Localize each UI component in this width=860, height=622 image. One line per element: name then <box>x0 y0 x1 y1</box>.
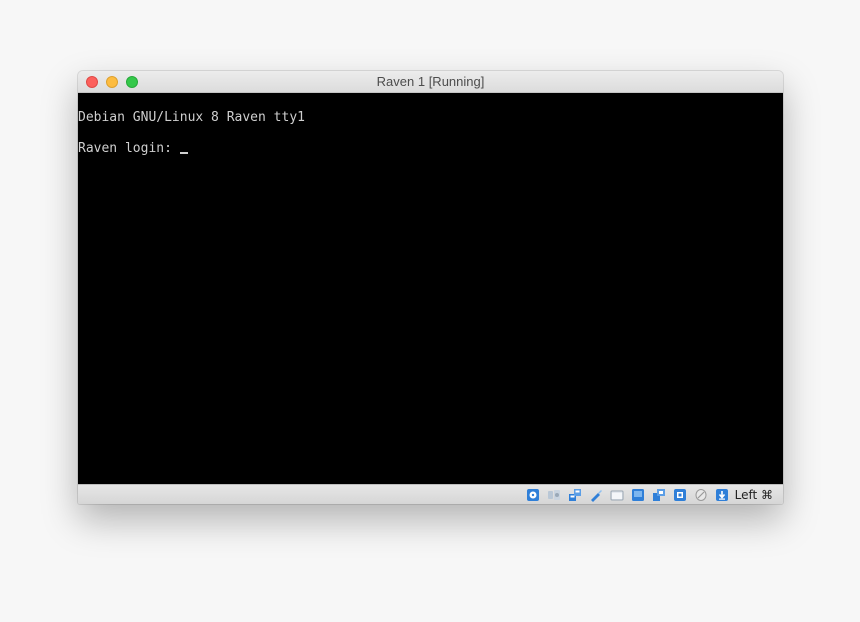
status-bar: Left ⌘ <box>78 484 783 504</box>
network-icon[interactable] <box>568 488 582 502</box>
console-login-line: Raven login: <box>78 141 188 157</box>
video-capture-icon[interactable] <box>652 488 666 502</box>
vm-window: Raven 1 [Running] Debian GNU/Linux 8 Rav… <box>78 71 783 504</box>
optical-drive-icon[interactable] <box>547 488 561 502</box>
cpu-icon[interactable] <box>673 488 687 502</box>
shared-folders-icon[interactable] <box>610 488 624 502</box>
vm-console-screen[interactable]: Debian GNU/Linux 8 Raven tty1 Raven logi… <box>78 93 783 484</box>
window-title: Raven 1 [Running] <box>376 74 485 89</box>
text-cursor <box>179 152 188 154</box>
console-banner: Debian GNU/Linux 8 Raven tty1 <box>78 110 305 125</box>
hard-disk-icon[interactable] <box>526 488 540 502</box>
host-key-label: Left ⌘ <box>734 488 773 502</box>
keyboard-capture-icon[interactable] <box>715 488 729 502</box>
title-bar[interactable]: Raven 1 [Running] <box>78 71 783 93</box>
mouse-integration-icon[interactable] <box>694 488 708 502</box>
login-prompt: Raven login: <box>78 141 180 156</box>
status-icons: Left ⌘ <box>519 487 773 503</box>
usb-icon[interactable] <box>589 488 603 502</box>
display-icon[interactable] <box>631 488 645 502</box>
